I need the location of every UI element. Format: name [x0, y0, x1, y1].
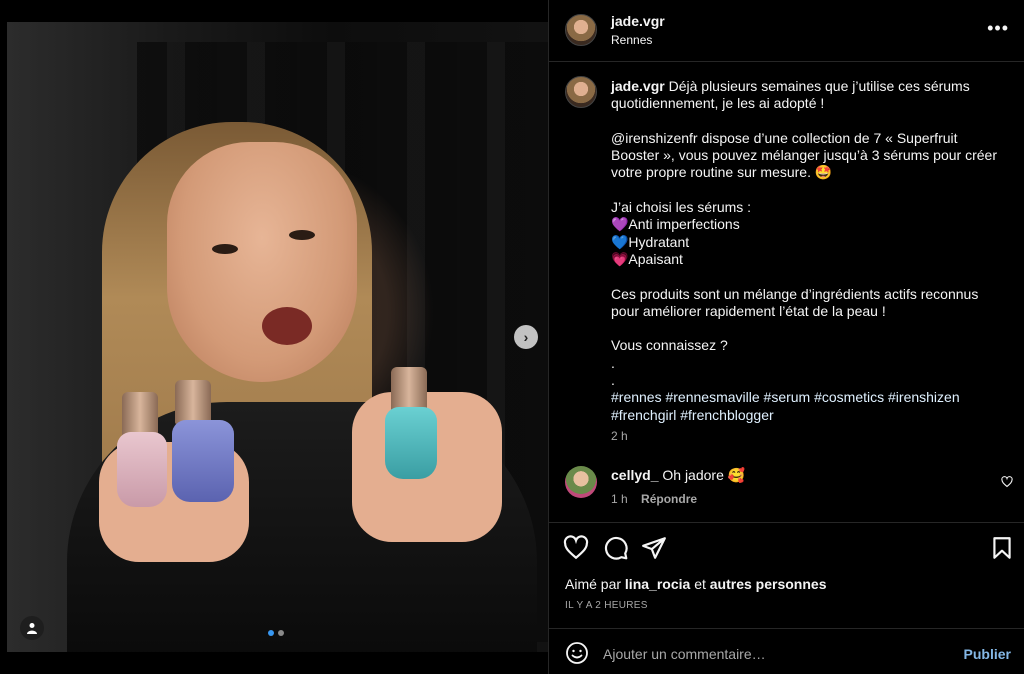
caption-line: votre propre routine sur mesure. 🤩 — [611, 164, 833, 181]
comment-meta: 1 h Répondre — [611, 492, 697, 506]
caption-line: quotidiennement, je les ai adopté ! — [611, 95, 825, 112]
post-actions: Aimé par lina_rocia et autres personnes … — [549, 522, 1024, 628]
comment: cellyd_ Oh jadore 🥰 — [611, 467, 745, 484]
caption-line: @irenshizenfr dispose d’une collection d… — [611, 129, 958, 146]
caption-line: Ces produits sont un mélange d’ingrédien… — [611, 285, 979, 302]
carousel-indicator — [268, 630, 284, 636]
reply-button[interactable]: Répondre — [641, 492, 697, 506]
caption-line: 💗Apaisant — [611, 250, 683, 267]
likes-prefix: Aimé par — [565, 576, 622, 592]
caption-line: 💙Hydratant — [611, 233, 690, 250]
likes-others[interactable]: autres personnes — [710, 576, 827, 592]
author-avatar[interactable] — [565, 14, 597, 46]
publish-button[interactable]: Publier — [964, 646, 1011, 662]
caption-line: . — [611, 372, 615, 389]
post-media: › — [0, 0, 548, 674]
comment-icon — [604, 536, 628, 560]
caption-author-avatar[interactable] — [565, 76, 597, 108]
tagged-users-button[interactable] — [20, 616, 44, 640]
commenter-username[interactable]: cellyd_ — [611, 467, 658, 483]
photo-mouth — [262, 307, 312, 345]
post-photo[interactable] — [7, 22, 548, 652]
more-horizontal-icon: ••• — [987, 18, 1009, 38]
bottle-cap-purple — [175, 380, 211, 424]
like-button[interactable] — [563, 535, 589, 561]
caption-text: Déjà plusieurs semaines que j’utilise ce… — [668, 78, 970, 94]
comment-composer: Ajouter un commentaire… Publier — [549, 628, 1024, 674]
commenter-avatar[interactable] — [565, 466, 597, 498]
bottle-cap-teal — [391, 367, 427, 411]
comment-button[interactable] — [603, 535, 629, 561]
carousel-dot-active — [268, 630, 274, 636]
emoji-icon — [566, 642, 588, 664]
bottle-pink — [117, 432, 167, 507]
post-location[interactable]: Rennes — [611, 33, 665, 47]
caption-line — [611, 320, 1011, 337]
save-button[interactable] — [989, 535, 1015, 561]
chevron-right-icon: › — [523, 329, 529, 345]
caption-line — [611, 182, 1011, 199]
bottle-teal — [385, 407, 437, 479]
bottle-cap-pink — [122, 392, 158, 436]
caption-line — [611, 268, 1011, 285]
more-options-button[interactable]: ••• — [987, 18, 1009, 39]
caption-line: Vous connaissez ? — [611, 337, 728, 354]
heart-icon — [563, 535, 589, 560]
likes-summary: Aimé par lina_rocia et autres personnes — [565, 576, 826, 592]
post-timestamp[interactable]: IL Y A 2 HEURES — [565, 600, 648, 611]
likes-user[interactable]: lina_rocia — [625, 576, 690, 592]
comment-input[interactable]: Ajouter un commentaire… — [603, 646, 766, 662]
post-header: jade.vgr Rennes ••• — [549, 0, 1024, 62]
caption-line: J’ai choisi les sérums : — [611, 199, 752, 216]
photo-eye-left — [212, 244, 238, 254]
caption-hashtags[interactable]: #rennes #rennesmaville #serum #cosmetics… — [611, 389, 1011, 406]
caption-line: . — [611, 354, 615, 371]
carousel-dot — [278, 630, 284, 636]
post-details-panel: jade.vgr Rennes ••• jade.vgr Déjà plusie… — [548, 0, 1024, 674]
comment-time[interactable]: 1 h — [611, 492, 628, 506]
caption-line: 💜Anti imperfections — [611, 216, 740, 233]
author-username[interactable]: jade.vgr — [611, 13, 665, 29]
bottle-purple — [172, 420, 234, 502]
author-info: jade.vgr Rennes — [611, 13, 665, 47]
caption-hashtags[interactable]: #frenchgirl #frenchblogger — [611, 407, 1011, 424]
share-button[interactable] — [641, 535, 667, 561]
post-caption: jade.vgr Déjà plusieurs semaines que j’u… — [611, 78, 1011, 445]
emoji-button[interactable] — [565, 641, 589, 665]
caption-line: pour améliorer rapidement l’état de la p… — [611, 302, 886, 319]
caption-time[interactable]: 2 h — [611, 428, 1011, 445]
caption-line: jade.vgr Déjà plusieurs semaines que j’u… — [611, 78, 1011, 95]
comment-text: Oh jadore 🥰 — [662, 467, 746, 483]
send-icon — [642, 537, 666, 559]
caption-line: Booster », vous pouvez mélanger jusqu’à … — [611, 147, 997, 164]
photo-eye-right — [289, 230, 315, 240]
user-icon — [27, 623, 37, 634]
bookmark-icon — [993, 537, 1011, 559]
photo-face — [167, 142, 357, 382]
comment-like-button[interactable] — [1001, 475, 1013, 493]
caption-line — [611, 113, 1011, 130]
caption-username[interactable]: jade.vgr — [611, 78, 665, 94]
heart-icon — [1001, 476, 1013, 488]
likes-connector: et — [694, 576, 706, 592]
carousel-next-button[interactable]: › — [514, 325, 538, 349]
